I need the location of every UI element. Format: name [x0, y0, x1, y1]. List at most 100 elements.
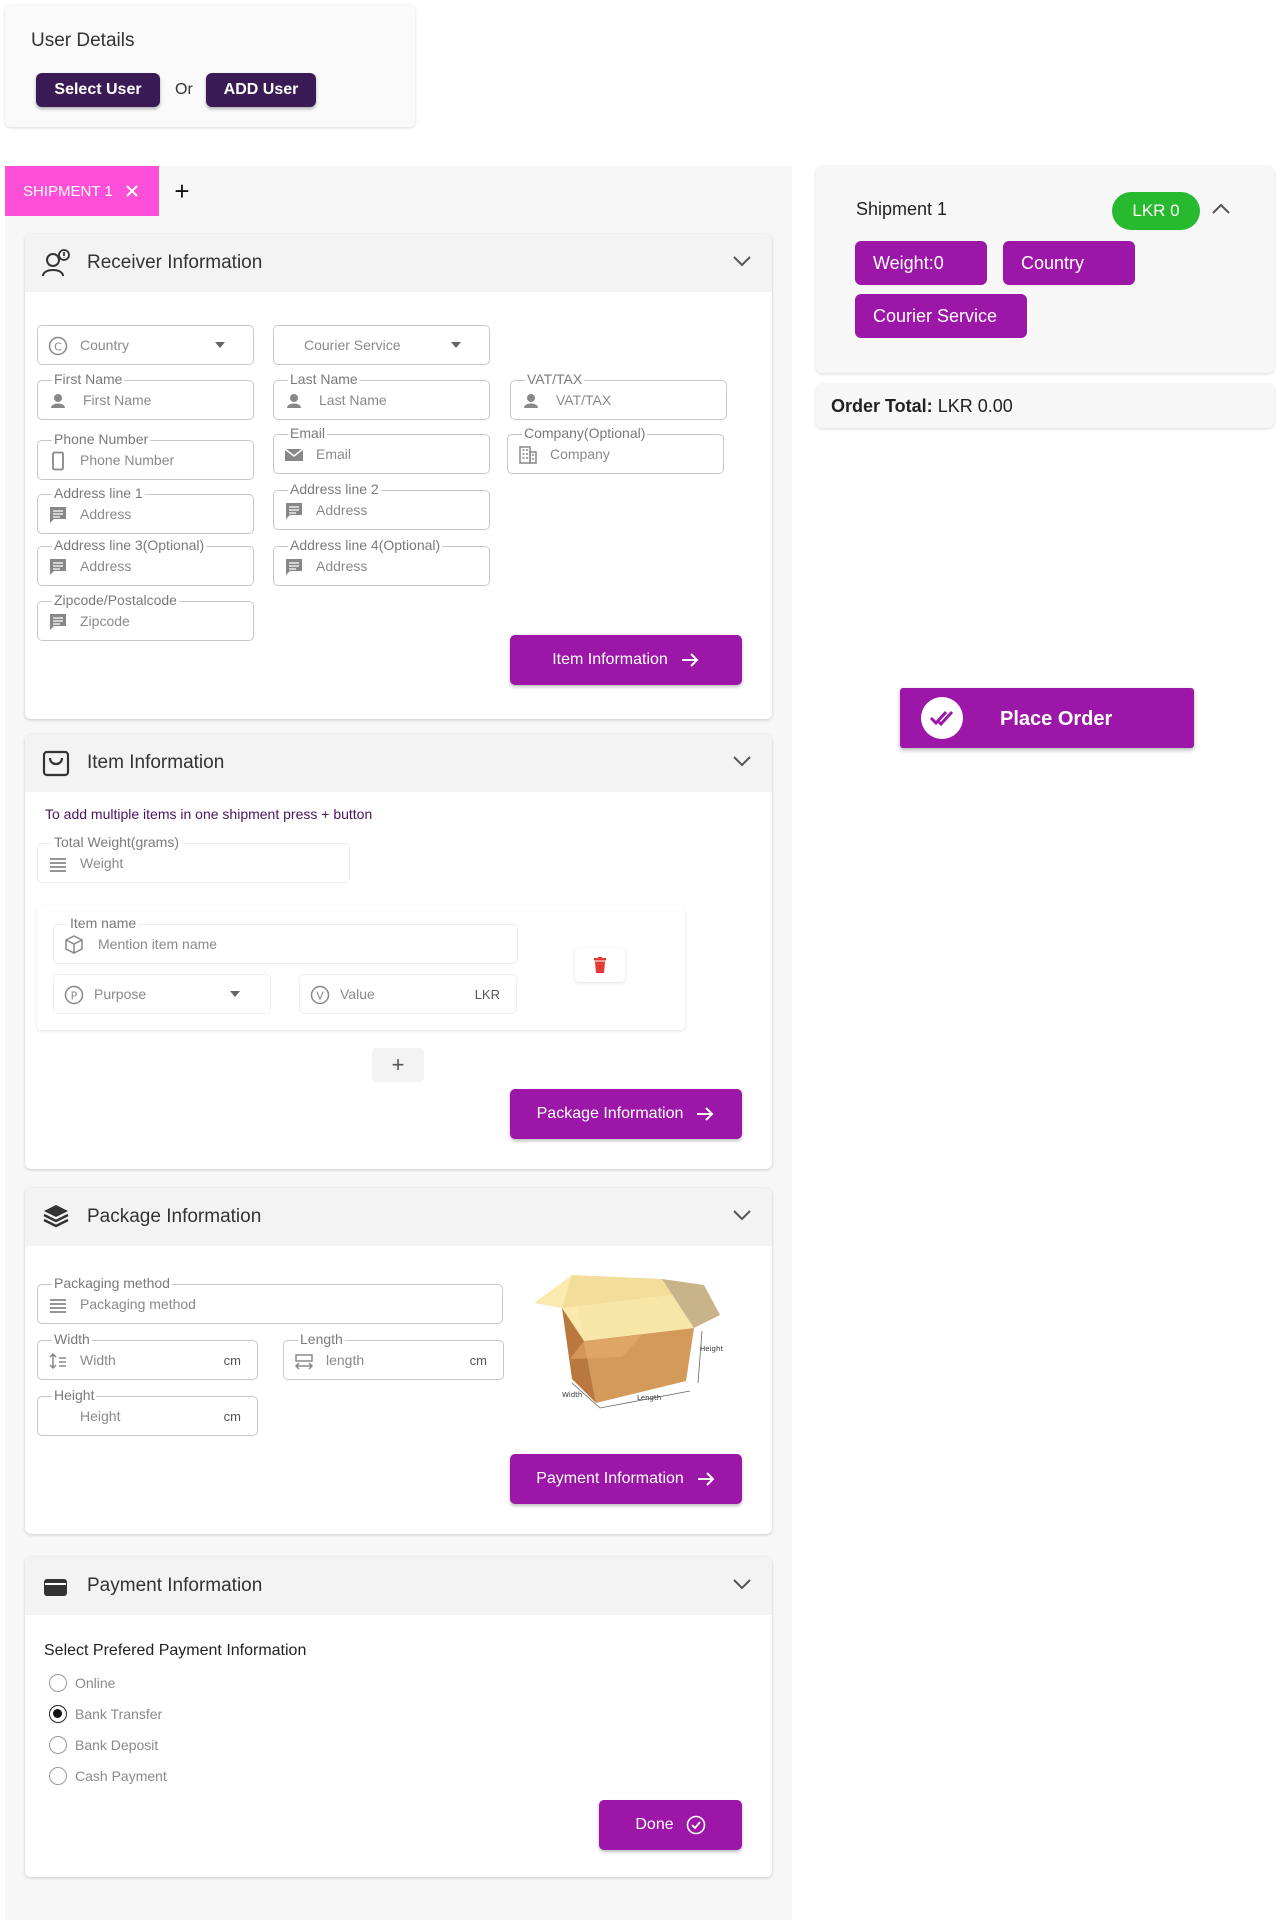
address-line-3-field[interactable]: Address line 3(Optional) Address [37, 537, 254, 586]
address-line-4-field[interactable]: Address line 4(Optional) Address [273, 537, 490, 586]
order-total-value: LKR 0.00 [937, 396, 1013, 416]
receiver-person-icon [42, 249, 70, 277]
caret-down-icon [215, 342, 225, 348]
value-currency-unit: LKR [474, 987, 500, 1002]
package-information-next-button[interactable]: Package Information [510, 1089, 742, 1139]
lines-icon [50, 1299, 66, 1313]
item-name-placeholder: Mention item name [98, 936, 218, 952]
country-placeholder: Country [80, 337, 130, 353]
address-line-1-field[interactable]: Address line 1 Address [37, 485, 254, 534]
radio-cash-payment-label: Cash Payment [75, 1768, 167, 1784]
comment-icon [50, 507, 66, 523]
length-field[interactable]: Length length cm [283, 1331, 504, 1380]
item-header[interactable]: Item Information [25, 734, 772, 792]
place-order-label: Place Order [1000, 708, 1113, 730]
packaging-method-placeholder: Packaging method [80, 1296, 196, 1312]
length-placeholder: length [326, 1352, 365, 1368]
total-weight-placeholder: Weight [80, 855, 124, 871]
lines-icon [50, 858, 66, 872]
packaging-method-field[interactable]: Packaging method Packaging method [37, 1275, 503, 1324]
zipcode-field[interactable]: Zipcode/Postalcode Zipcode [37, 592, 254, 641]
radio-cash-payment[interactable] [49, 1767, 67, 1785]
building-icon [519, 446, 537, 464]
add-item-button[interactable]: + [372, 1048, 424, 1082]
phone-number-field[interactable]: Phone Number Phone Number [37, 431, 254, 480]
summary-shipment-title: Shipment 1 [856, 199, 948, 219]
address-line-2-placeholder: Address [316, 502, 368, 518]
user-details-title: User Details [31, 30, 135, 51]
caret-down-icon [230, 991, 240, 997]
height-placeholder: Height [80, 1408, 121, 1424]
receiver-header[interactable]: Receiver Information [25, 234, 772, 292]
address-line-3-placeholder: Address [80, 558, 132, 574]
trash-icon [594, 957, 606, 973]
item-information-next-button[interactable]: Item Information [510, 635, 742, 685]
place-order-button[interactable]: Place Order [900, 688, 1194, 748]
value-field[interactable]: V Value LKR [299, 974, 517, 1014]
country-select[interactable]: C Country [37, 325, 254, 365]
chevron-down-icon[interactable] [732, 1577, 752, 1591]
v-circle-icon: V [310, 985, 330, 1005]
person-icon [524, 394, 538, 408]
receiver-section: Receiver Information C Country Courier S… [25, 234, 772, 719]
tab-shipment-1-label: SHIPMENT 1 [23, 182, 113, 200]
shopping-bag-icon [42, 750, 70, 777]
multiple-items-hint: To add multiple items in one shipment pr… [45, 806, 373, 822]
company-field[interactable]: Company(Optional) Company [507, 425, 724, 474]
close-icon[interactable] [125, 184, 139, 198]
last-name-field[interactable]: Last Name Last Name [273, 371, 490, 420]
comment-icon [286, 559, 302, 575]
company-label: Company(Optional) [522, 425, 648, 441]
chevron-down-icon[interactable] [732, 754, 752, 768]
payment-header[interactable]: Payment Information [25, 1557, 772, 1615]
radio-bank-transfer[interactable] [49, 1705, 67, 1723]
payment-prompt: Select Prefered Payment Information [44, 1642, 307, 1659]
svg-text:V: V [316, 990, 324, 1003]
phone-icon [52, 451, 64, 471]
courier-placeholder: Courier Service [304, 337, 401, 353]
comment-icon [50, 614, 66, 630]
address-line-4-placeholder: Address [316, 558, 368, 574]
order-total: Order Total: LKR 0.00 [831, 396, 1013, 417]
height-label: Height [52, 1387, 97, 1403]
length-label: Length [298, 1331, 345, 1347]
vat-tax-field[interactable]: VAT/TAX VAT/TAX [510, 371, 727, 420]
email-field[interactable]: Email Email [273, 425, 490, 474]
total-weight-field[interactable]: Total Weight(grams) Weight [37, 834, 350, 883]
item-name-field[interactable]: Item name Mention item name [53, 915, 518, 964]
last-name-placeholder: Last Name [319, 392, 387, 408]
address-line-2-field[interactable]: Address line 2 Address [273, 481, 490, 530]
box-stack-icon [43, 1205, 69, 1228]
order-total-label: Order Total: [831, 396, 933, 416]
payment-information-next-button[interactable]: Payment Information [510, 1454, 742, 1504]
address-line-4-label: Address line 4(Optional) [288, 537, 443, 553]
package-information-next-label: Package Information [536, 1105, 684, 1122]
chevron-down-icon[interactable] [732, 1208, 752, 1222]
tab-shipment-1[interactable]: SHIPMENT 1 [5, 166, 159, 216]
total-weight-label: Total Weight(grams) [52, 834, 182, 850]
add-user-button[interactable]: ADD User [206, 73, 316, 107]
chevron-up-icon[interactable] [1211, 202, 1231, 216]
height-field[interactable]: Height Height cm [37, 1387, 258, 1436]
purpose-select[interactable]: P Purpose [53, 974, 271, 1014]
package-box-icon [65, 935, 83, 954]
select-user-button[interactable]: Select User [36, 73, 160, 107]
box-dimensions-illustration: Height Width Length [512, 1273, 756, 1421]
radio-bank-deposit[interactable] [49, 1736, 67, 1754]
arrow-right-icon [697, 1107, 714, 1121]
email-placeholder: Email [316, 446, 352, 462]
person-icon [287, 394, 301, 408]
radio-online-label: Online [75, 1675, 116, 1691]
add-shipment-button[interactable]: + [167, 176, 197, 206]
first-name-field[interactable]: First Name First Name [37, 371, 254, 420]
courier-service-select[interactable]: Courier Service [273, 325, 490, 365]
chevron-down-icon[interactable] [732, 254, 752, 268]
radio-online[interactable] [49, 1674, 67, 1692]
width-field[interactable]: Width Width cm [37, 1331, 258, 1380]
user-details-card: User Details Select User Or ADD User [5, 5, 415, 127]
package-header[interactable]: Package Information [25, 1188, 772, 1246]
done-button[interactable]: Done [599, 1800, 742, 1850]
shipment-panel: SHIPMENT 1 + Receiver Information C Coun… [5, 166, 792, 1920]
packaging-method-label: Packaging method [52, 1275, 172, 1291]
delete-item-button[interactable] [575, 948, 625, 982]
